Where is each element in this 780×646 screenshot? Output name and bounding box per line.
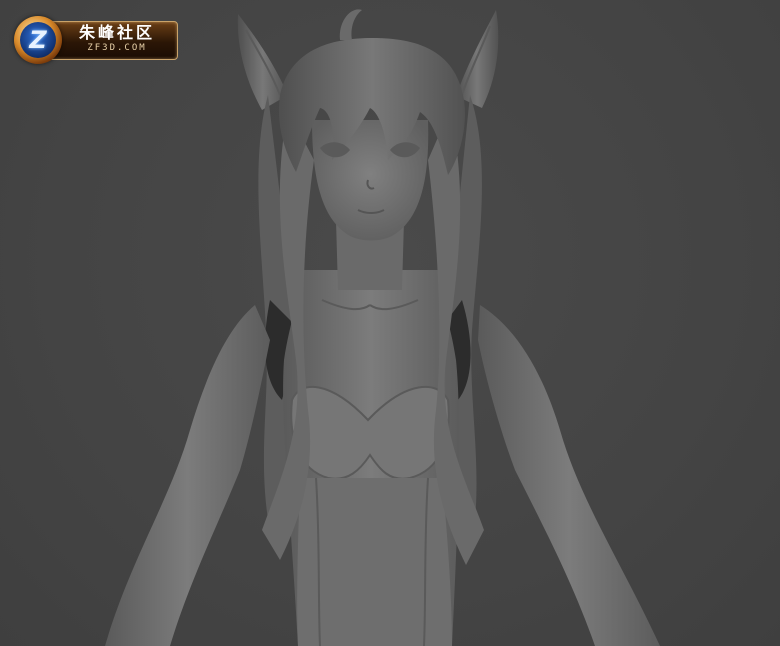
logo-title: 朱峰社区 (78, 23, 155, 42)
logo-subtitle: ZF3D.COM (87, 43, 147, 53)
watermark-logo: Z 朱峰社区 ZF3D.COM (14, 16, 178, 64)
logo-badge-icon: Z (14, 16, 62, 64)
3d-viewport[interactable]: Z 朱峰社区 ZF3D.COM (0, 0, 780, 646)
logo-badge-letter: Z (29, 26, 47, 54)
character-model-render (105, 9, 660, 646)
